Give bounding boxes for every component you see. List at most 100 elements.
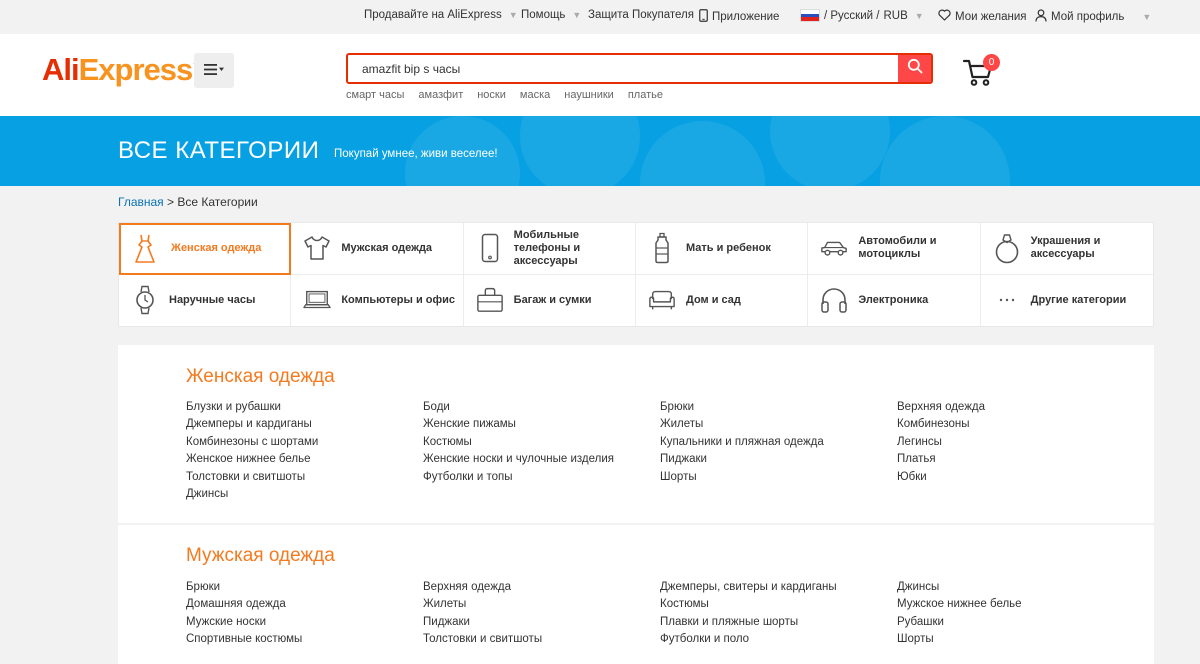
hot-search-link[interactable]: маска — [520, 89, 550, 101]
subcategory-link[interactable]: Пиджаки — [423, 614, 660, 631]
banner-decoration — [770, 116, 890, 186]
subcategory-link[interactable]: Толстовки и свитшоты — [423, 631, 660, 648]
subcategory-link[interactable]: Жилеты — [660, 416, 897, 433]
subcategory-link[interactable]: Комбинезоны — [897, 416, 1134, 433]
subcategory-column: Джемперы, свитеры и кардиганы Костюмы Пл… — [660, 579, 897, 649]
subcategory-link[interactable]: Жилеты — [423, 596, 660, 613]
subcategory-link[interactable]: Костюмы — [660, 596, 897, 613]
category-label: Женская одежда — [171, 242, 262, 255]
chevron-down-icon: ▼ — [914, 10, 924, 21]
hot-search-link[interactable]: смарт часы — [346, 89, 404, 101]
sell-on-aliexpress-link[interactable]: Продавайте на AliExpress ▼ — [364, 9, 518, 21]
language-currency-selector[interactable]: / Русский / RUB ▼ — [800, 9, 924, 22]
subcategory-link[interactable]: Футболки и топы — [423, 469, 660, 486]
subcategory-link[interactable]: Купальники и пляжная одежда — [660, 434, 897, 451]
subcategory-link[interactable]: Верхняя одежда — [423, 579, 660, 596]
my-profile-link[interactable]: Мой профиль ▼ — [1035, 9, 1151, 25]
hot-search-link[interactable]: носки — [477, 89, 506, 101]
subcategory-link[interactable]: Костюмы — [423, 434, 660, 451]
subcategory-link[interactable]: Джемперы и кардиганы — [186, 416, 423, 433]
category-tile-jewelry[interactable]: Украшения и аксессуары — [980, 223, 1153, 275]
category-section-womens-clothing: Женская одежда Блузки и рубашки Джемперы… — [118, 345, 1154, 523]
subcategory-column: Верхняя одежда Комбинезоны Легинсы Плать… — [897, 399, 1134, 503]
hot-search-link[interactable]: наушники — [564, 89, 614, 101]
category-tile-bags[interactable]: Багаж и сумки — [464, 274, 636, 326]
category-tile-mens-clothing[interactable]: Мужская одежда — [291, 223, 464, 275]
category-tile-womens-clothing[interactable]: Женская одежда — [119, 223, 292, 275]
subcategory-link[interactable]: Комбинезоны с шортами — [186, 434, 423, 451]
hamburger-menu-icon — [204, 62, 224, 79]
subcategory-link[interactable]: Футболки и поло — [660, 631, 897, 648]
russia-flag-icon — [800, 9, 820, 22]
category-label: Дом и сад — [685, 293, 741, 306]
buyer-protection-label: Защита Покупателя — [588, 9, 694, 21]
category-tile-computers[interactable]: Компьютеры и офис — [291, 274, 464, 326]
laptop-icon — [303, 285, 332, 315]
subcategory-link[interactable]: Брюки — [660, 399, 897, 416]
buyer-protection-link[interactable]: Защита Покупателя — [588, 9, 694, 21]
subcategory-link[interactable]: Шорты — [660, 469, 897, 486]
mobile-phone-icon — [699, 9, 708, 25]
category-label: Багаж и сумки — [513, 293, 592, 306]
subcategory-link[interactable]: Женские носки и чулочные изделия — [423, 451, 660, 468]
subcategory-link[interactable]: Юбки — [897, 469, 1134, 486]
category-tile-electronics[interactable]: Электроника — [808, 274, 981, 326]
category-tile-watches[interactable]: Наручные часы — [119, 274, 292, 326]
subcategory-link[interactable]: Мужские носки — [186, 614, 423, 631]
subcategory-link[interactable]: Пиджаки — [660, 451, 897, 468]
section-title[interactable]: Мужская одежда — [186, 545, 335, 567]
subcategory-link[interactable]: Верхняя одежда — [897, 399, 1134, 416]
banner-decoration — [640, 121, 765, 186]
wishlist-link[interactable]: Мои желания — [938, 9, 1027, 24]
banner-decoration — [880, 116, 1010, 186]
category-tile-other[interactable]: Другие категории — [981, 275, 1153, 327]
subcategory-link[interactable]: Мужское нижнее белье — [897, 596, 1134, 613]
category-tile-home-garden[interactable]: Дом и сад — [636, 274, 809, 326]
subcategory-link[interactable]: Легинсы — [897, 434, 1134, 451]
subcategory-link[interactable]: Брюки — [186, 579, 423, 596]
watch-icon — [131, 285, 159, 315]
section-title[interactable]: Женская одежда — [186, 366, 335, 388]
subcategory-link[interactable]: Женские пижамы — [423, 416, 660, 433]
subcategory-link[interactable]: Плавки и пляжные шорты — [660, 614, 897, 631]
cart-count-badge: 0 — [983, 54, 1000, 71]
subcategory-columns: Блузки и рубашки Джемперы и кардиганы Ко… — [186, 399, 1134, 503]
app-link[interactable]: Приложение — [699, 9, 779, 25]
breadcrumb-current: Все Категории — [177, 195, 258, 209]
help-link[interactable]: Помощь ▼ — [521, 9, 581, 21]
subcategory-link[interactable]: Платья — [897, 451, 1134, 468]
subcategory-link[interactable]: Джинсы — [897, 579, 1134, 596]
subcategory-link[interactable]: Шорты — [897, 631, 1134, 648]
hot-search-link[interactable]: амазфит — [418, 89, 463, 101]
category-label: Другие категории — [1030, 293, 1127, 306]
subcategory-link[interactable]: Рубашки — [897, 614, 1134, 631]
subcategory-column: Блузки и рубашки Джемперы и кардиганы Ко… — [186, 399, 423, 503]
category-tile-auto-moto[interactable]: Автомобили и мотоциклы — [808, 223, 981, 275]
category-tile-phones[interactable]: Мобильные телефоны и аксессуары — [463, 223, 636, 275]
hot-search-link[interactable]: платье — [628, 89, 663, 101]
search-button[interactable] — [898, 55, 931, 82]
category-tile-mother-kids[interactable]: Мать и ребенок — [635, 223, 809, 275]
category-grid: Женская одежда Мужская одежда Мобильные … — [118, 222, 1154, 327]
category-label: Мобильные телефоны и аксессуары — [513, 228, 581, 267]
banner-slogan: Покупай умнее, живи веселее! — [334, 148, 498, 160]
subcategory-link[interactable]: Спортивные костюмы — [186, 631, 423, 648]
bag-icon — [476, 285, 504, 315]
subcategory-column: Брюки Домашняя одежда Мужские носки Спор… — [186, 579, 423, 649]
ring-icon — [993, 233, 1021, 264]
subcategory-link[interactable]: Джинсы — [186, 486, 423, 503]
subcategory-link[interactable]: Толстовки и свитшоты — [186, 469, 423, 486]
category-menu-button[interactable] — [194, 53, 234, 88]
car-icon — [820, 233, 848, 263]
header: AliExpress™ смарт часы амазфит носки мас… — [0, 34, 1200, 116]
subcategory-columns: Брюки Домашняя одежда Мужские носки Спор… — [186, 579, 1134, 649]
subcategory-link[interactable]: Блузки и рубашки — [186, 399, 423, 416]
subcategory-link[interactable]: Боди — [423, 399, 660, 416]
breadcrumb-home-link[interactable]: Главная — [118, 195, 164, 209]
subcategory-link[interactable]: Джемперы, свитеры и кардиганы — [660, 579, 897, 596]
subcategory-link[interactable]: Женское нижнее белье — [186, 451, 423, 468]
aliexpress-logo[interactable]: AliExpress™ — [42, 52, 200, 88]
subcategory-link[interactable]: Домашняя одежда — [186, 596, 423, 613]
search-input[interactable] — [348, 55, 898, 82]
category-label: Компьютеры и офис — [341, 293, 455, 306]
